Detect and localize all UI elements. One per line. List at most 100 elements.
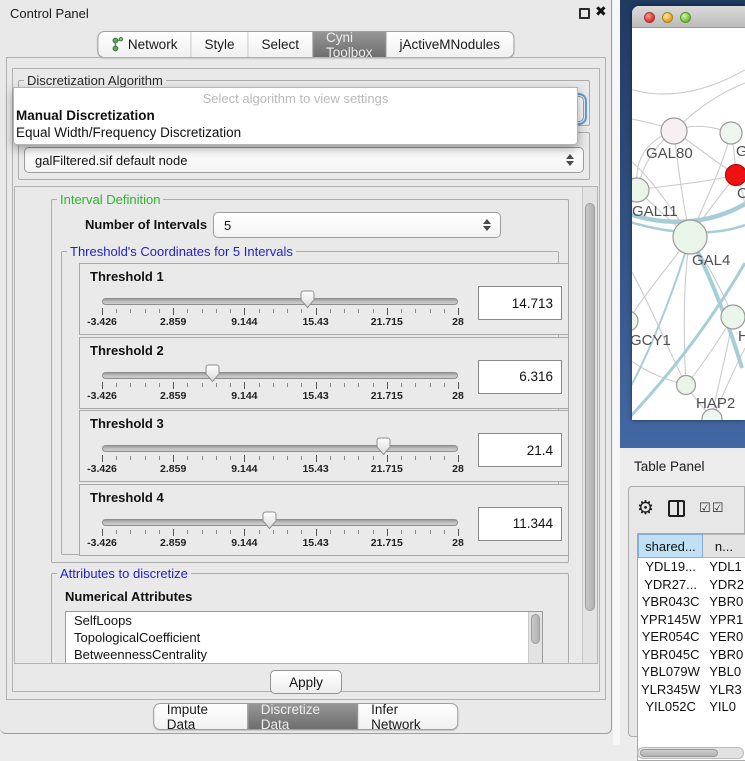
major-tick [387,308,388,315]
attribute-list-item[interactable]: SelfLoops [66,612,542,629]
network-node-gal4[interactable] [673,220,707,254]
network-node-gal[interactable] [720,122,742,144]
close-traffic-light-icon[interactable] [644,12,655,23]
minor-tick [287,383,288,387]
minor-tick [430,456,431,460]
network-canvas[interactable]: GAL80GALCGAL11GAL4GCY1HHAP2 [632,28,745,420]
minor-tick [430,383,431,387]
tick-label: 15.43 [302,463,328,475]
minor-tick [444,309,445,313]
network-node-gcy1[interactable] [632,311,638,331]
threshold-label: Threshold 2 [90,343,164,358]
slider-thumb[interactable] [300,290,315,314]
gear-icon[interactable]: ⚙ [637,499,654,518]
tab-label: jActiveMNodules [400,37,501,52]
slider-thumb[interactable] [376,437,391,461]
tick-label: 2.859 [160,463,186,475]
major-tick [173,529,174,536]
table-scrollbar-thumb[interactable] [640,749,718,757]
tab-cyni-toolbox[interactable]: Cyni Toolbox [312,32,386,57]
minor-tick [216,530,217,534]
float-window-icon[interactable] [579,8,590,19]
attributes-group-label: Attributes to discretize [57,566,191,581]
column-layout-icon[interactable] [668,500,685,517]
minor-tick [373,530,374,534]
threshold-value-field[interactable]: 14.713 [478,286,562,320]
tab-style[interactable]: Style [190,32,247,57]
table-data-combobox[interactable]: galFiltered.sif default node [24,147,584,173]
minor-tick [202,530,203,534]
minimize-traffic-light-icon[interactable] [662,12,673,23]
major-tick [458,382,459,389]
dropdown-option[interactable]: Manual Discretization [14,107,577,124]
apply-button[interactable]: Apply [270,670,342,694]
network-window-titlebar[interactable] [632,6,745,28]
minor-tick [401,383,402,387]
minor-tick [330,530,331,534]
minor-tick [401,530,402,534]
table-row[interactable]: YDR27...YDR2 [638,576,745,594]
threshold-slider[interactable]: -3.4262.8599.14415.4321.71528 [102,290,458,330]
cell-shared-name: YPR145W [638,611,703,629]
major-tick [316,529,317,536]
minor-tick [415,383,416,387]
tick-label: 28 [452,463,464,475]
attribute-list-item[interactable]: BetweennessCentrality [66,646,542,663]
tab-jactivemnodules[interactable]: jActiveMNodules [386,32,514,57]
tick-label: -3.426 [87,463,117,475]
table-row[interactable]: YBL079WYBL0 [638,663,745,681]
minor-tick [358,309,359,313]
threshold-slider[interactable]: -3.4262.8599.14415.4321.71528 [102,437,458,477]
tab-discretize-data[interactable]: Discretize Data [247,704,357,729]
num-intervals-label: Number of Intervals [85,217,207,232]
minor-tick [159,530,160,534]
minor-tick [145,530,146,534]
network-node-h[interactable] [721,305,745,329]
threshold-slider[interactable]: -3.4262.8599.14415.4321.71528 [102,511,458,551]
attribute-list-item[interactable]: TopologicalCoefficient [66,629,542,646]
table-row[interactable]: YLR345WYLR3 [638,681,745,699]
network-view-window: GAL80GALCGAL11GAL4GCY1HHAP2 [620,0,745,448]
num-intervals-value: 5 [224,218,231,233]
attributes-scrollbar-thumb[interactable] [531,614,540,644]
slider-thumb[interactable] [205,364,220,388]
tick-label: 21.715 [371,390,403,402]
table-row[interactable]: YER054CYER0 [638,628,745,646]
select-columns-icon[interactable]: ☑☑ [699,500,724,516]
threshold-label: Threshold 3 [90,416,164,431]
column-header-name[interactable]: n... [703,534,745,558]
dropdown-option[interactable]: Equal Width/Frequency Discretization [14,124,577,141]
cell-name: YDL1 [703,558,745,576]
network-node-gal80[interactable] [661,118,687,144]
tick-label: -3.426 [87,390,117,402]
threshold-slider[interactable]: -3.4262.8599.14415.4321.71528 [102,364,458,404]
tab-infer-network[interactable]: Infer Network [357,704,457,729]
slider-rail [102,519,458,526]
table-row[interactable]: YPR145WYPR1 [638,611,745,629]
tab-network[interactable]: Network [98,32,191,57]
cell-shared-name: YDR27... [638,576,703,594]
table-horizontal-scrollbar[interactable] [637,747,744,759]
tab-impute-data[interactable]: Impute Data [154,704,247,729]
table-row[interactable]: YBR043CYBR0 [638,593,745,611]
attributes-scrollbar[interactable] [528,612,542,664]
zoom-traffic-light-icon[interactable] [680,12,691,23]
threshold-value-field[interactable]: 6.316 [478,360,562,394]
threshold-value-field[interactable]: 11.344 [478,507,562,541]
table-row[interactable]: YBR045CYBR0 [638,646,745,664]
minor-tick [430,530,431,534]
close-icon[interactable]: ✖ [595,3,607,20]
network-node-hap2[interactable] [677,376,696,395]
settings-scrollbar[interactable] [582,187,597,663]
table-row[interactable]: YIL052CYIL0 [638,698,745,716]
settings-scrollbar-thumb[interactable] [585,203,595,611]
column-header-shared-name[interactable]: shared... [638,534,703,558]
network-node-c[interactable] [726,165,745,186]
slider-thumb[interactable] [262,511,277,535]
cell-shared-name: YIL052C [638,698,703,716]
minor-tick [287,309,288,313]
threshold-value-field[interactable]: 21.4 [478,433,562,467]
num-intervals-combobox[interactable]: 5 [213,212,501,238]
tab-select[interactable]: Select [247,32,312,57]
table-row[interactable]: YDL19...YDL1 [638,558,745,576]
